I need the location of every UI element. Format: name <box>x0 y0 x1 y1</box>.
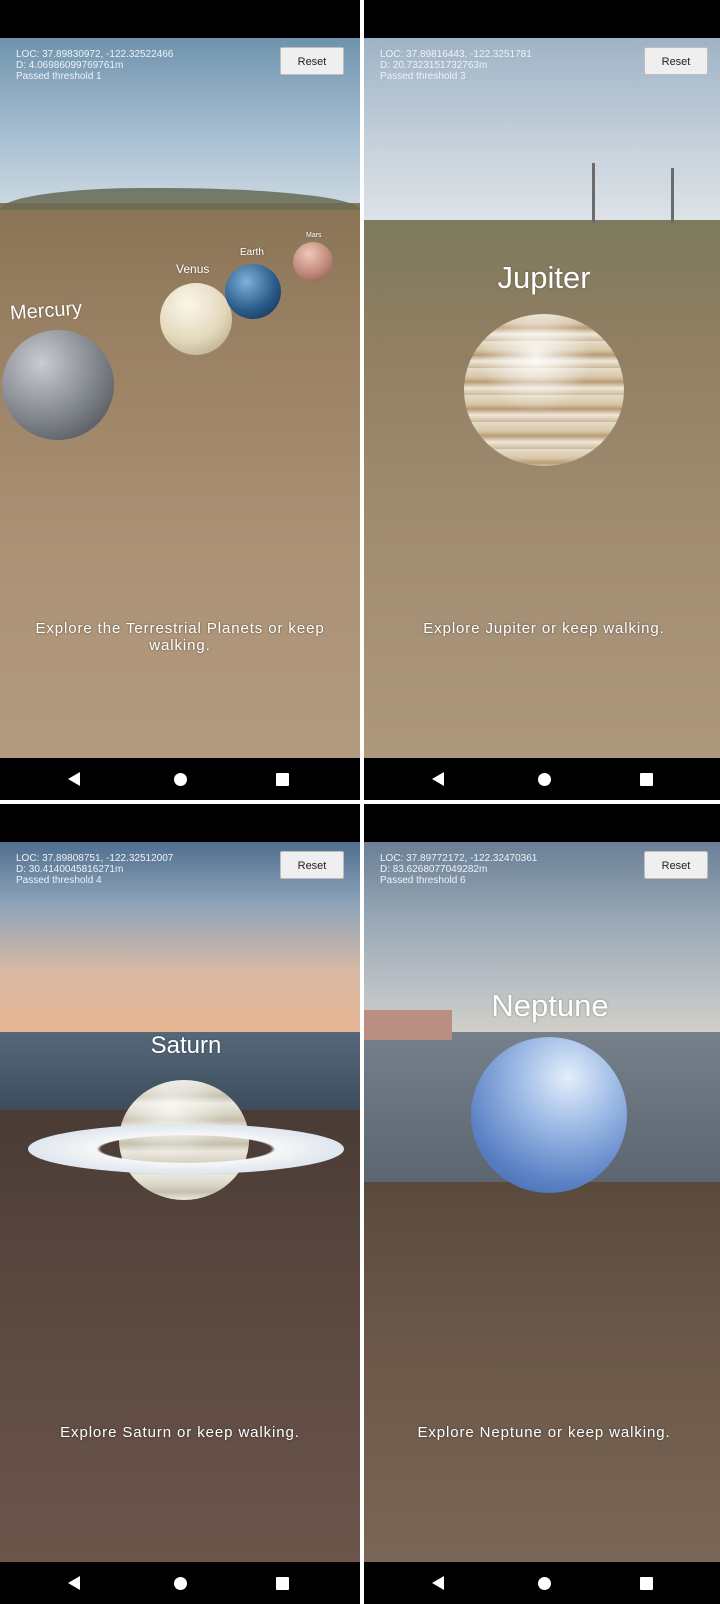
back-icon[interactable] <box>68 1576 80 1590</box>
planet-venus[interactable] <box>160 283 232 355</box>
ground <box>364 220 720 758</box>
threshold-text: Passed threshold 1 <box>16 71 102 82</box>
location-text: LOC: 37.89808751, -122.32512007 <box>16 853 174 864</box>
threshold-text: Passed threshold 3 <box>380 71 466 82</box>
explore-message: Explore Jupiter or keep walking. <box>423 620 665 637</box>
screen-saturn: LOC: 37.89808751, -122.32512007 D: 30.41… <box>0 804 360 1604</box>
planet-label-earth: Earth <box>240 247 264 258</box>
pole <box>592 163 595 223</box>
home-icon[interactable] <box>538 773 551 786</box>
distance-text: D: 83.6268077049282m <box>380 864 488 875</box>
planet-earth[interactable] <box>225 264 281 319</box>
recent-apps-icon[interactable] <box>640 1577 653 1590</box>
planet-label-saturn: Saturn <box>150 1032 222 1059</box>
reset-button[interactable]: Reset <box>644 851 708 879</box>
location-readout: LOC: 37.89830972, -122.32522466 D: 4.069… <box>16 49 173 82</box>
recent-apps-icon[interactable] <box>276 773 289 786</box>
ground <box>364 1182 720 1562</box>
recent-apps-icon[interactable] <box>640 773 653 786</box>
camera-view: LOC: 37.89772172, -122.32470361 D: 83.62… <box>364 842 720 1562</box>
location-text: LOC: 37.89772172, -122.32470361 <box>380 853 538 864</box>
back-icon[interactable] <box>68 772 80 786</box>
location-text: LOC: 37.89816443, -122.3251781 <box>380 49 532 60</box>
nav-bar <box>0 1562 360 1604</box>
reset-button[interactable]: Reset <box>280 47 344 75</box>
reset-button[interactable]: Reset <box>280 851 344 879</box>
explore-message: Explore Neptune or keep walking. <box>417 1424 671 1441</box>
saturn-rings <box>28 1124 344 1174</box>
recent-apps-icon[interactable] <box>276 1577 289 1590</box>
home-icon[interactable] <box>174 1577 187 1590</box>
threshold-text: Passed threshold 6 <box>380 875 466 886</box>
nav-bar <box>0 758 360 800</box>
planet-mercury[interactable] <box>2 330 114 440</box>
nav-bar <box>364 758 720 800</box>
camera-view: LOC: 37.89830972, -122.32522466 D: 4.069… <box>0 38 360 758</box>
reset-button[interactable]: Reset <box>644 47 708 75</box>
nav-bar <box>364 1562 720 1604</box>
explore-message: Explore Saturn or keep walking. <box>60 1424 300 1441</box>
planet-label-jupiter: Jupiter <box>497 260 591 295</box>
camera-view: LOC: 37.89816443, -122.3251781 D: 20.732… <box>364 38 720 758</box>
planet-label-neptune: Neptune <box>491 988 609 1023</box>
screen-terrestrial: LOC: 37.89830972, -122.32522466 D: 4.069… <box>0 0 360 800</box>
pole <box>671 168 674 223</box>
distance-text: D: 4.06986099769761m <box>16 60 124 71</box>
screen-neptune: LOC: 37.89772172, -122.32470361 D: 83.62… <box>364 804 720 1604</box>
threshold-text: Passed threshold 4 <box>16 875 102 886</box>
location-readout: LOC: 37.89772172, -122.32470361 D: 83.62… <box>380 853 537 886</box>
planet-mars[interactable] <box>293 242 333 282</box>
location-text: LOC: 37.89830972, -122.32522466 <box>16 49 174 60</box>
planet-jupiter[interactable] <box>464 314 624 466</box>
distance-text: D: 30.4140045816271m <box>16 864 124 875</box>
camera-view: LOC: 37.89808751, -122.32512007 D: 30.41… <box>0 842 360 1562</box>
location-readout: LOC: 37.89808751, -122.32512007 D: 30.41… <box>16 853 173 886</box>
home-icon[interactable] <box>538 1577 551 1590</box>
home-icon[interactable] <box>174 773 187 786</box>
planet-label-venus: Venus <box>176 262 210 276</box>
explore-message: Explore the Terrestrial Planets or keep … <box>35 620 325 654</box>
back-icon[interactable] <box>432 1576 444 1590</box>
screen-jupiter: LOC: 37.89816443, -122.3251781 D: 20.732… <box>364 0 720 800</box>
back-icon[interactable] <box>432 772 444 786</box>
planet-neptune[interactable] <box>471 1037 627 1193</box>
planet-label-mars: Mars <box>306 232 322 239</box>
location-readout: LOC: 37.89816443, -122.3251781 D: 20.732… <box>380 49 532 82</box>
distance-text: D: 20.7323151732763m <box>380 60 488 71</box>
